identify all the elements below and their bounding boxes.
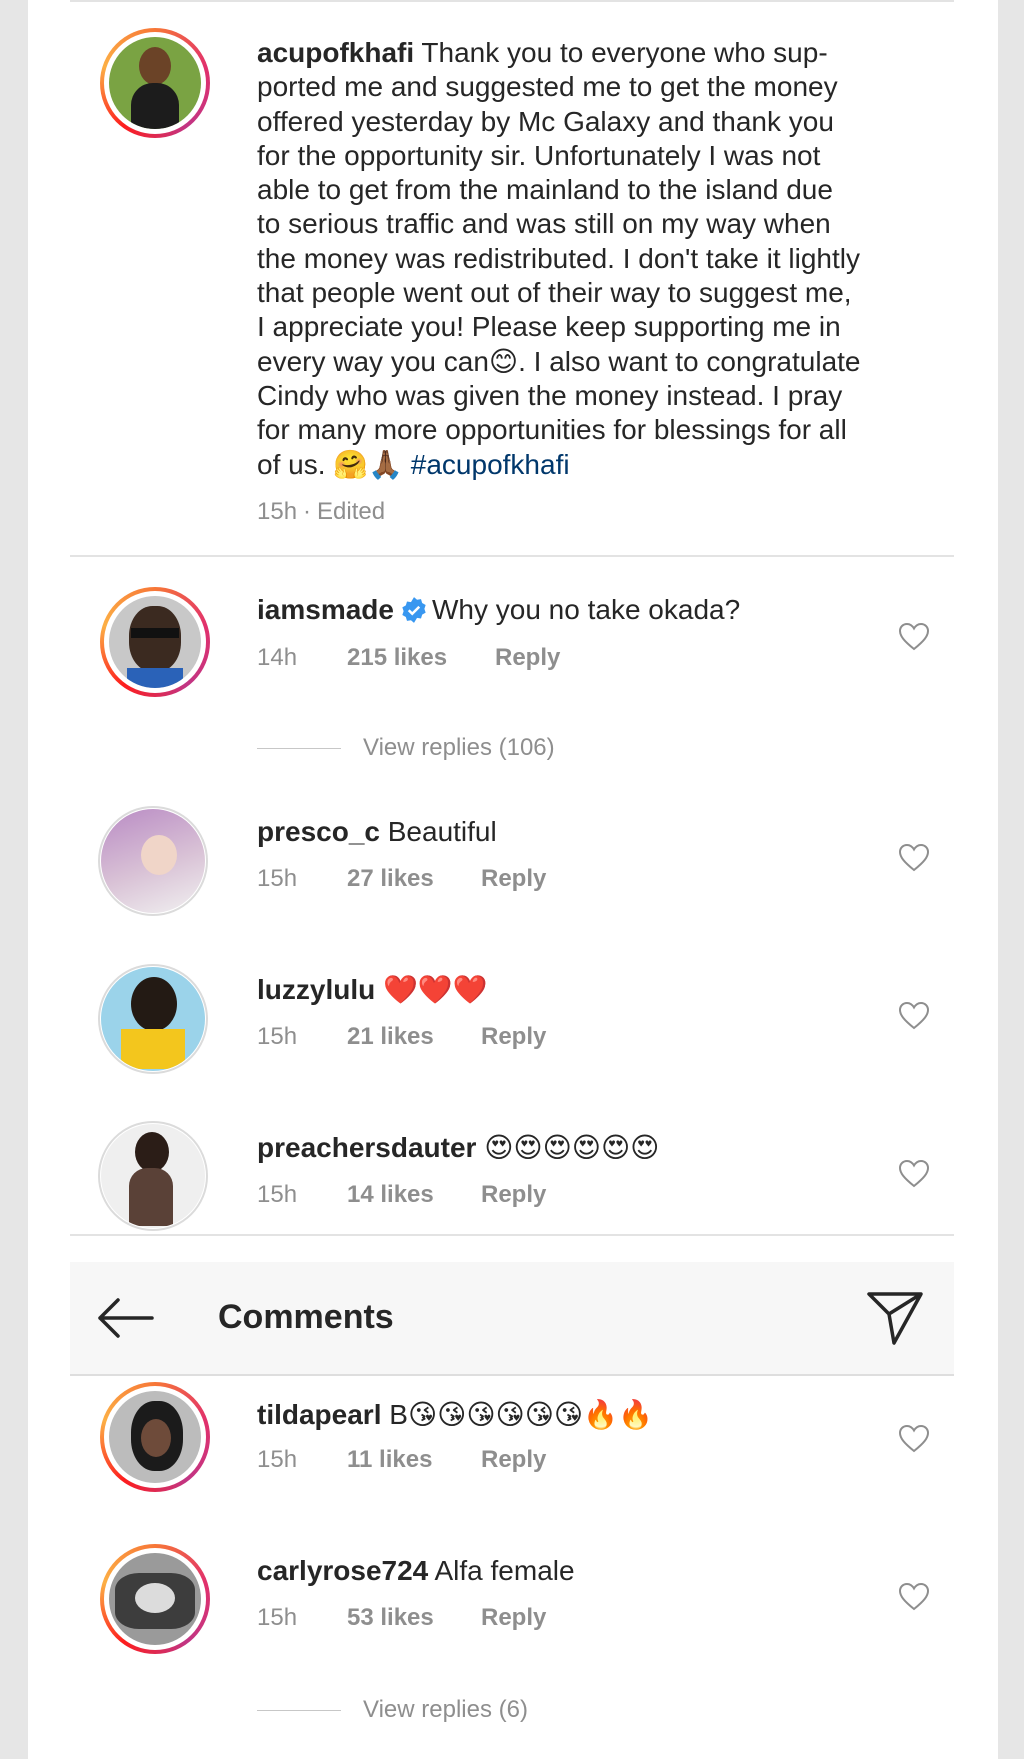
avatar[interactable] <box>100 1382 210 1492</box>
view-replies-button[interactable]: View replies (6) <box>257 1696 528 1724</box>
heart-icon[interactable] <box>898 622 930 652</box>
reply-button[interactable]: Reply <box>481 1604 546 1632</box>
comments-header: Comments <box>70 1262 954 1376</box>
comment-body: Beautiful <box>387 816 497 847</box>
comment-body: Why you no take okada? <box>431 594 741 625</box>
comment-time: 15h <box>257 1023 298 1050</box>
avatar[interactable] <box>100 587 210 697</box>
reply-button[interactable]: Reply <box>495 644 560 672</box>
reply-line <box>257 1709 341 1711</box>
comment-username[interactable]: preachersdauter <box>257 1132 476 1163</box>
comment-time: 15h <box>257 1604 298 1631</box>
likes-count[interactable]: 21 likes <box>347 1023 481 1051</box>
view-replies-button[interactable]: View replies (106) <box>257 734 555 762</box>
reply-button[interactable]: Reply <box>481 865 546 893</box>
comment-body: B😘😘😘😘😘😘🔥🔥 <box>389 1399 653 1430</box>
caption-meta: 15h · Edited <box>257 498 385 526</box>
heart-icon[interactable] <box>898 843 930 873</box>
comment-text: tildapearl B😘😘😘😘😘😘🔥🔥 <box>257 1398 653 1431</box>
comment-username[interactable]: carlyrose724 <box>257 1555 428 1586</box>
caption-text: Thank you to everyone who sup- ported me… <box>257 37 861 480</box>
likes-count[interactable]: 11 likes <box>347 1446 481 1474</box>
comments-screen: acupofkhafi Thank you to everyone who su… <box>28 0 998 1759</box>
paper-plane-icon[interactable] <box>866 1290 924 1346</box>
comment-time: 15h <box>257 1446 298 1473</box>
edited-label: Edited <box>317 498 386 525</box>
heart-icon[interactable] <box>898 1001 930 1031</box>
comment-meta: 14h 215 likes Reply <box>257 644 560 672</box>
caption-divider <box>70 555 954 557</box>
view-replies-label: View replies (106) <box>363 734 555 761</box>
avatar[interactable] <box>98 1121 208 1231</box>
page-title: Comments <box>218 1298 394 1336</box>
hashtag-link[interactable]: #acupofkhafi <box>411 449 570 480</box>
post-caption: acupofkhafi Thank you to everyone who su… <box>257 36 917 482</box>
comment-text: carlyrose724 Alfa female <box>257 1555 575 1587</box>
avatar[interactable] <box>100 28 210 138</box>
arrow-left-icon[interactable] <box>96 1296 154 1340</box>
view-replies-label: View replies (6) <box>363 1696 528 1723</box>
comment-text: presco_c Beautiful <box>257 816 497 848</box>
comment-time: 15h <box>257 865 298 892</box>
reply-button[interactable]: Reply <box>481 1023 546 1051</box>
avatar[interactable] <box>100 1544 210 1654</box>
comment-username[interactable]: iamsmade <box>257 594 394 625</box>
top-divider <box>70 0 954 2</box>
comment-meta: 15h 27 likes Reply <box>257 865 546 893</box>
comment-text: iamsmade Why you no take okada? <box>257 594 740 626</box>
heart-icon[interactable] <box>898 1582 930 1612</box>
comment-username[interactable]: luzzylulu <box>257 974 375 1005</box>
meta-separator: · <box>303 498 312 525</box>
heart-icon[interactable] <box>898 1424 930 1454</box>
avatar[interactable] <box>98 964 208 1074</box>
caption-time: 15h <box>257 498 298 525</box>
reply-button[interactable]: Reply <box>481 1446 546 1474</box>
comment-body: 😍😍😍😍😍😍 <box>484 1132 660 1163</box>
avatar[interactable] <box>98 806 208 916</box>
caption-username[interactable]: acupofkhafi <box>257 37 414 68</box>
comment-meta: 15h 11 likes Reply <box>257 1446 546 1474</box>
comment-time: 14h <box>257 644 298 671</box>
comment-meta: 15h 53 likes Reply <box>257 1604 546 1632</box>
comment-text: luzzylulu ❤️❤️❤️ <box>257 973 488 1006</box>
comment-text: preachersdauter 😍😍😍😍😍😍 <box>257 1131 659 1164</box>
heart-icon[interactable] <box>898 1159 930 1189</box>
comment-body: Alfa female <box>434 1555 575 1586</box>
comment-username[interactable]: tildapearl <box>257 1399 381 1430</box>
comment-username[interactable]: presco_c <box>257 816 380 847</box>
comment-meta: 15h 14 likes Reply <box>257 1181 546 1209</box>
likes-count[interactable]: 215 likes <box>347 644 495 672</box>
reply-line <box>257 747 341 749</box>
likes-count[interactable]: 53 likes <box>347 1604 481 1632</box>
section-divider <box>70 1234 954 1236</box>
comment-body: ❤️❤️❤️ <box>383 974 488 1005</box>
likes-count[interactable]: 27 likes <box>347 865 481 893</box>
comment-time: 15h <box>257 1181 298 1208</box>
likes-count[interactable]: 14 likes <box>347 1181 481 1209</box>
reply-button[interactable]: Reply <box>481 1181 546 1209</box>
verified-badge-icon <box>402 597 426 623</box>
comment-meta: 15h 21 likes Reply <box>257 1023 546 1051</box>
